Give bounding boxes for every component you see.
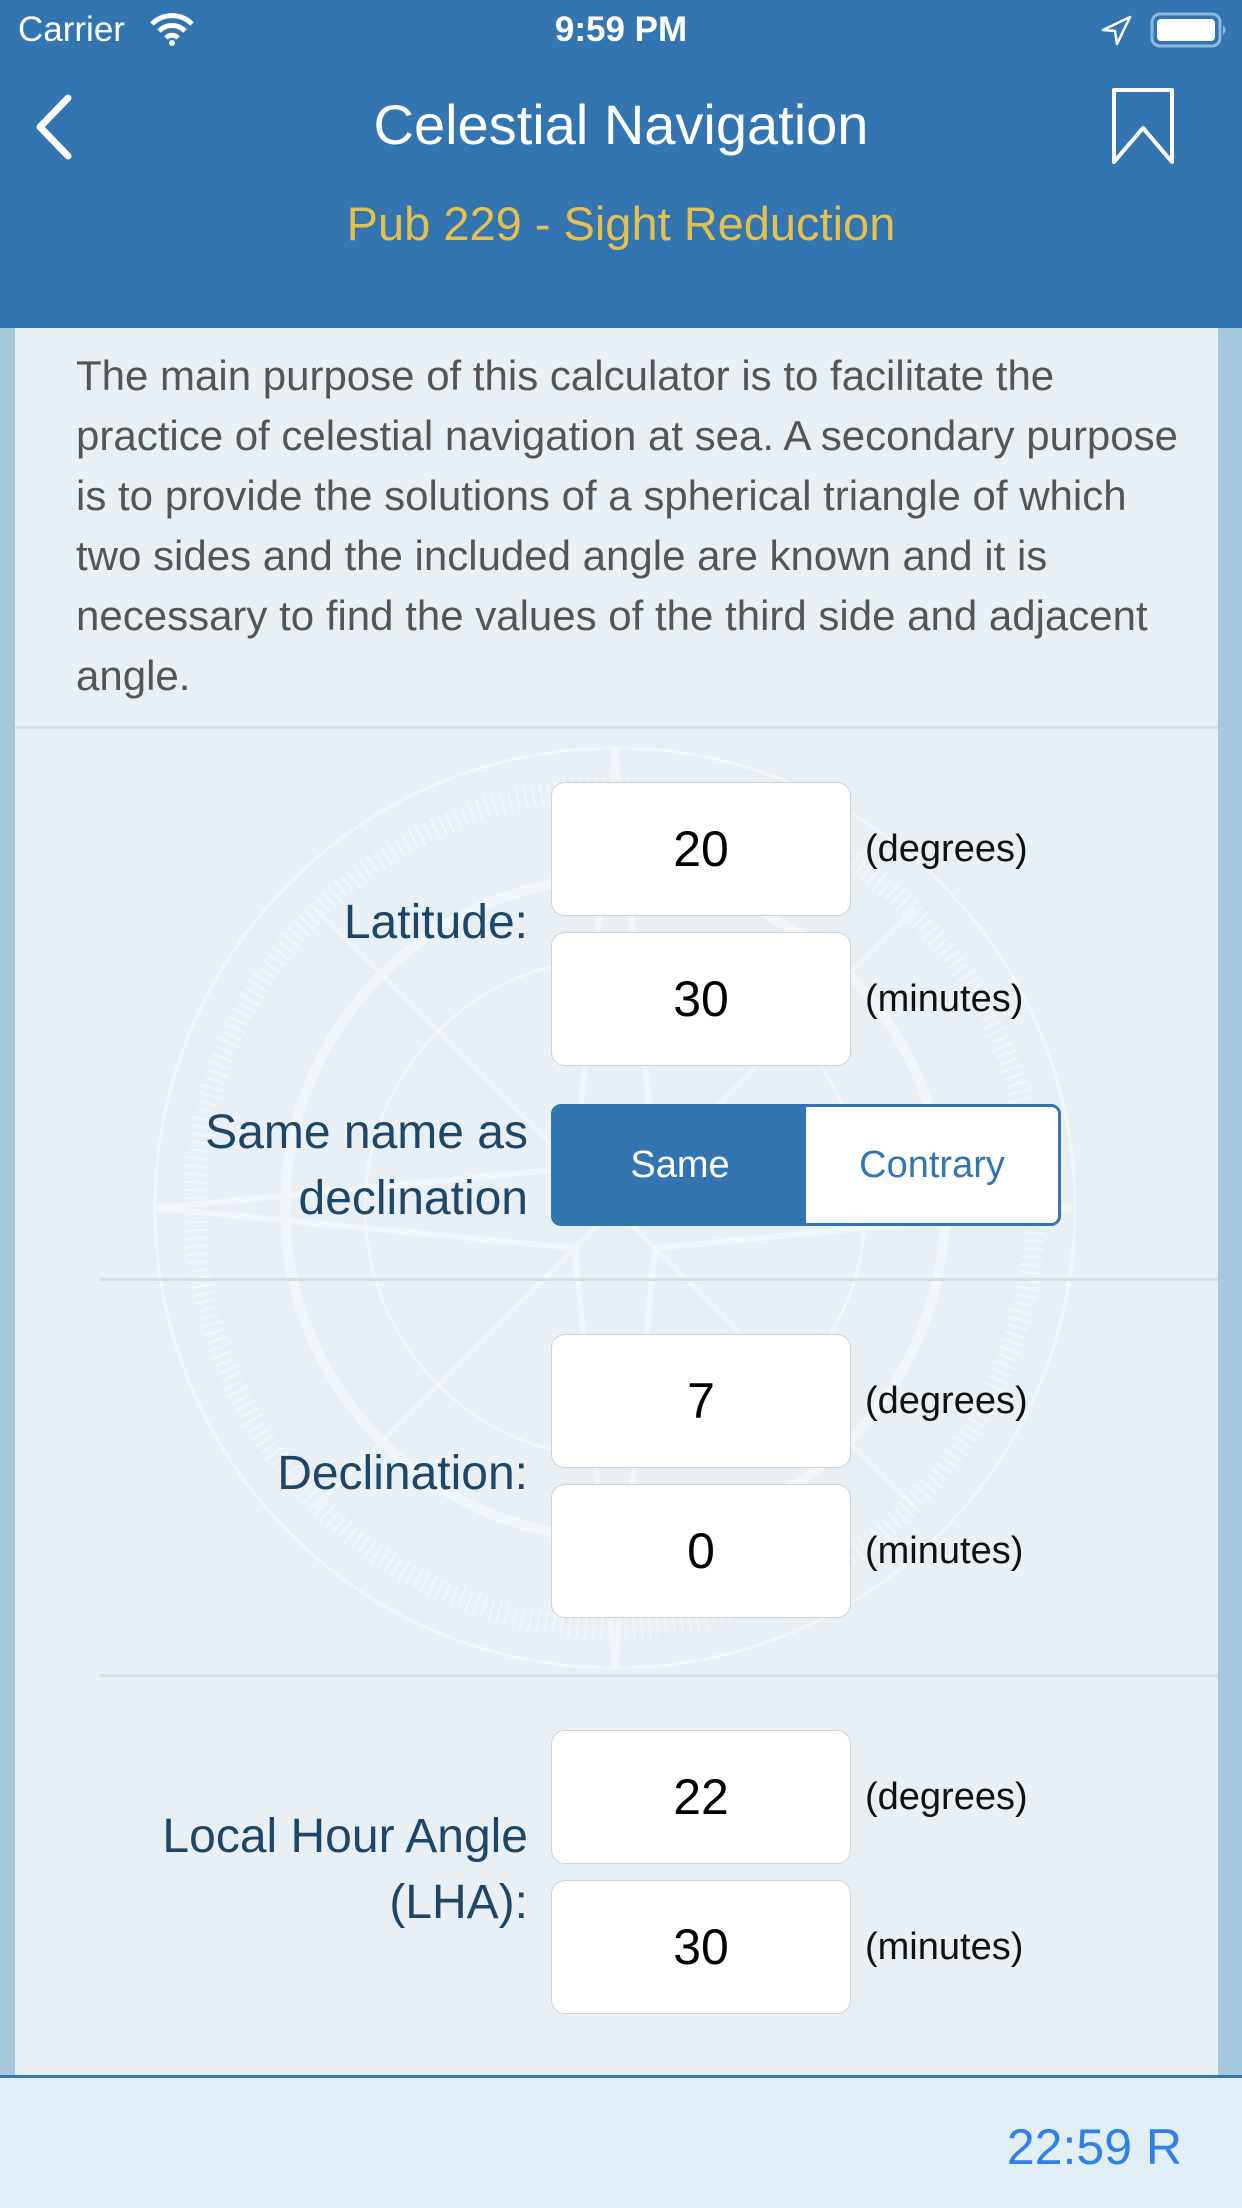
lha-label: Local Hour Angle (LHA):	[162, 1804, 528, 1936]
battery-icon	[1150, 12, 1226, 48]
bookmark-button[interactable]	[1110, 86, 1180, 166]
segment-contrary[interactable]: Contrary	[806, 1107, 1058, 1223]
divider	[100, 1674, 1218, 1677]
result-value: 22:59 R	[1006, 2119, 1182, 2175]
declination-degrees-input[interactable]: 7	[551, 1334, 851, 1468]
lha-degrees-unit: (degrees)	[865, 1776, 1028, 1818]
declination-label: Declination:	[277, 1447, 528, 1500]
latitude-degrees-unit: (degrees)	[865, 828, 1028, 870]
same-name-label: Same name as declination	[205, 1100, 528, 1232]
status-clock: 9:59 PM	[554, 10, 688, 49]
same-name-label-line2: declination	[298, 1172, 529, 1225]
latitude-degrees-input[interactable]: 20	[551, 782, 851, 916]
status-bar: Carrier 9:59 PM	[0, 0, 1242, 60]
bookmark-icon	[1112, 88, 1174, 164]
same-contrary-segmented-control[interactable]: Same Contrary	[551, 1104, 1061, 1226]
lha-label-line2: (LHA):	[389, 1876, 528, 1929]
declination-minutes-input[interactable]: 0	[551, 1484, 851, 1618]
latitude-minutes-unit: (minutes)	[865, 978, 1024, 1020]
latitude-label: Latitude:	[343, 896, 528, 949]
lha-minutes-unit: (minutes)	[865, 1926, 1024, 1968]
divider	[100, 1278, 1218, 1281]
declination-degrees-unit: (degrees)	[865, 1380, 1028, 1422]
latitude-minutes-input[interactable]: 30	[551, 932, 851, 1066]
page-title: Celestial Navigation	[373, 93, 869, 156]
lha-degrees-input[interactable]: 22	[551, 1730, 851, 1864]
location-icon	[1101, 15, 1132, 46]
nav-header: Carrier 9:59 PM Celestial Navigation Pub…	[0, 0, 1242, 328]
result-footer: 22:59 R	[0, 2075, 1242, 2208]
page-subtitle: Pub 229 - Sight Reduction	[346, 197, 896, 250]
declination-minutes-unit: (minutes)	[865, 1530, 1024, 1572]
calculator-content: The main purpose of this calculator is t…	[15, 328, 1218, 2075]
intro-description: The main purpose of this calculator is t…	[76, 352, 1179, 699]
segment-same[interactable]: Same	[554, 1107, 806, 1223]
lha-label-line1: Local Hour Angle	[162, 1810, 528, 1863]
same-name-label-line1: Same name as	[205, 1106, 528, 1159]
lha-minutes-input[interactable]: 30	[551, 1880, 851, 2014]
divider	[15, 726, 1218, 729]
